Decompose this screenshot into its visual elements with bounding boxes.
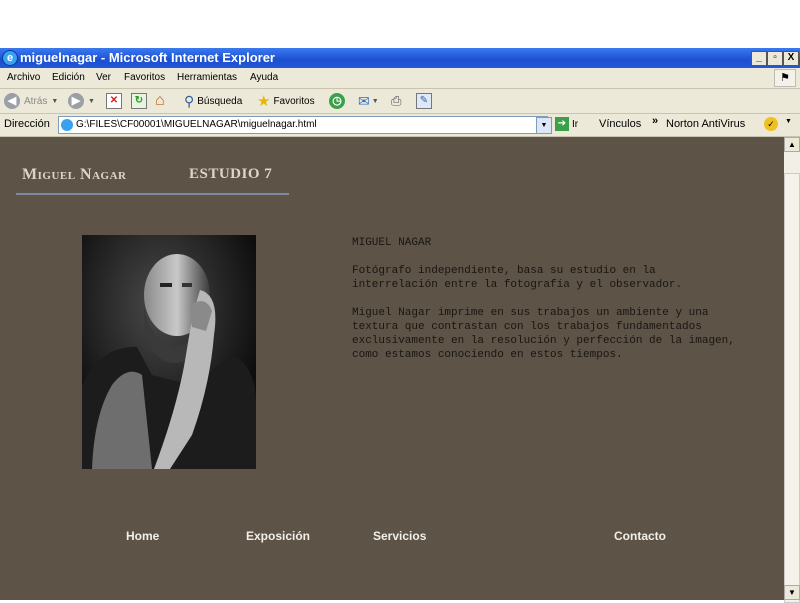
norton-dropdown-icon[interactable]: ▼ <box>785 118 792 125</box>
forward-arrow-icon: ▶ <box>68 93 84 109</box>
search-label: Búsqueda <box>197 95 243 107</box>
address-url: G:\FILES\CF00001\MIGUELNAGAR\miguelnagar… <box>76 119 317 130</box>
printer-icon: ⎙ <box>391 93 402 108</box>
scroll-down-icon[interactable]: ▼ <box>784 585 800 600</box>
magnifier-icon: ⚲ <box>184 92 195 109</box>
back-arrow-icon: ◀ <box>4 93 20 109</box>
title-bar[interactable]: e miguelnagar - Microsoft Internet Explo… <box>0 48 800 68</box>
nav-exposicion[interactable]: Exposición <box>246 529 310 543</box>
edit-button[interactable]: ✎ <box>416 92 432 110</box>
star-icon: ★ <box>257 93 271 110</box>
menu-edicion[interactable]: Edición <box>52 72 85 83</box>
minimize-button[interactable]: _ <box>751 51 767 66</box>
bio-heading: MIGUEL NAGAR <box>352 237 432 249</box>
stop-button[interactable]: ✕ <box>106 92 122 110</box>
bio-paragraph-1: Fotógrafo independiente, basa su estudio… <box>352 265 683 291</box>
forward-dropdown-icon: ▼ <box>88 97 95 105</box>
address-label: Dirección <box>4 118 50 130</box>
windows-flag-icon: ⚑ <box>774 69 796 87</box>
portrait-photo <box>82 235 256 469</box>
go-label: Ir <box>572 118 579 130</box>
ie-logo-icon: e <box>2 50 18 66</box>
menu-herramientas[interactable]: Herramientas <box>177 72 237 83</box>
scroll-up-icon[interactable]: ▲ <box>784 137 800 152</box>
menu-ver[interactable]: Ver <box>96 72 111 83</box>
page-icon <box>61 119 73 131</box>
links-label[interactable]: Vínculos <box>599 118 641 130</box>
close-button[interactable]: X <box>783 51 799 66</box>
history-icon: ◷ <box>329 93 345 109</box>
brand-name: Miguel Nagar <box>22 166 127 183</box>
nav-contacto[interactable]: Contacto <box>614 529 666 543</box>
home-button[interactable]: ⌂ <box>155 92 165 110</box>
restore-button[interactable]: ▫ <box>767 51 783 66</box>
scroll-thumb[interactable] <box>784 173 800 603</box>
go-arrow-icon: ➔ <box>555 117 569 131</box>
back-button[interactable]: ◀ Atrás ▼ <box>4 92 58 110</box>
vertical-scrollbar[interactable]: ▲ ▼ <box>784 137 800 603</box>
menu-archivo[interactable]: Archivo <box>7 72 40 83</box>
address-input[interactable]: G:\FILES\CF00001\MIGUELNAGAR\miguelnagar… <box>58 116 548 134</box>
header-divider <box>16 193 289 195</box>
favorites-button[interactable]: ★ Favoritos <box>257 92 315 110</box>
menu-ayuda[interactable]: Ayuda <box>250 72 278 83</box>
norton-antivirus-label[interactable]: Norton AntiVirus <box>666 118 745 130</box>
mail-dropdown-icon: ▼ <box>371 97 379 105</box>
address-dropdown-icon[interactable]: ▼ <box>536 117 552 134</box>
menu-favoritos[interactable]: Favoritos <box>124 72 165 83</box>
back-dropdown-icon: ▼ <box>51 97 59 105</box>
standard-toolbar: ◀ Atrás ▼ ▶ ▼ ✕ ↻ ⌂ ⚲ Búsqueda ★ Favorit… <box>0 89 800 114</box>
bio-paragraph-2: Miguel Nagar imprime en sus trabajos un … <box>352 307 735 361</box>
links-chevron-icon[interactable]: » <box>652 115 658 127</box>
menu-bar: Archivo Edición Ver Favoritos Herramient… <box>0 68 800 89</box>
norton-icon[interactable]: ✓ <box>764 117 778 131</box>
address-bar: Dirección G:\FILES\CF00001\MIGUELNAGAR\m… <box>0 114 800 137</box>
nav-servicios[interactable]: Servicios <box>373 529 426 543</box>
refresh-button[interactable]: ↻ <box>131 92 147 110</box>
brand-studio: estudio 7 <box>189 166 273 182</box>
home-icon: ⌂ <box>155 92 165 109</box>
bio-text: MIGUEL NAGAR Fotógrafo independiente, ba… <box>352 236 737 376</box>
window-title: miguelnagar - Microsoft Internet Explore… <box>20 50 275 65</box>
stop-icon: ✕ <box>106 93 122 109</box>
back-label: Atrás <box>24 95 48 107</box>
refresh-icon: ↻ <box>131 93 147 109</box>
page-content: Miguel Nagar estudio 7 <box>0 137 784 600</box>
forward-button[interactable]: ▶ ▼ <box>68 92 95 110</box>
edit-icon: ✎ <box>416 93 432 109</box>
mail-button[interactable]: ✉ ▼ <box>358 92 379 110</box>
nav-home[interactable]: Home <box>126 529 159 543</box>
mail-icon: ✉ <box>358 92 370 109</box>
history-button[interactable]: ◷ <box>329 92 345 110</box>
go-button[interactable]: ➔ Ir <box>555 117 578 131</box>
print-button[interactable]: ⎙ <box>391 92 401 110</box>
favorites-label: Favoritos <box>273 95 315 107</box>
search-button[interactable]: ⚲ Búsqueda <box>184 92 242 110</box>
